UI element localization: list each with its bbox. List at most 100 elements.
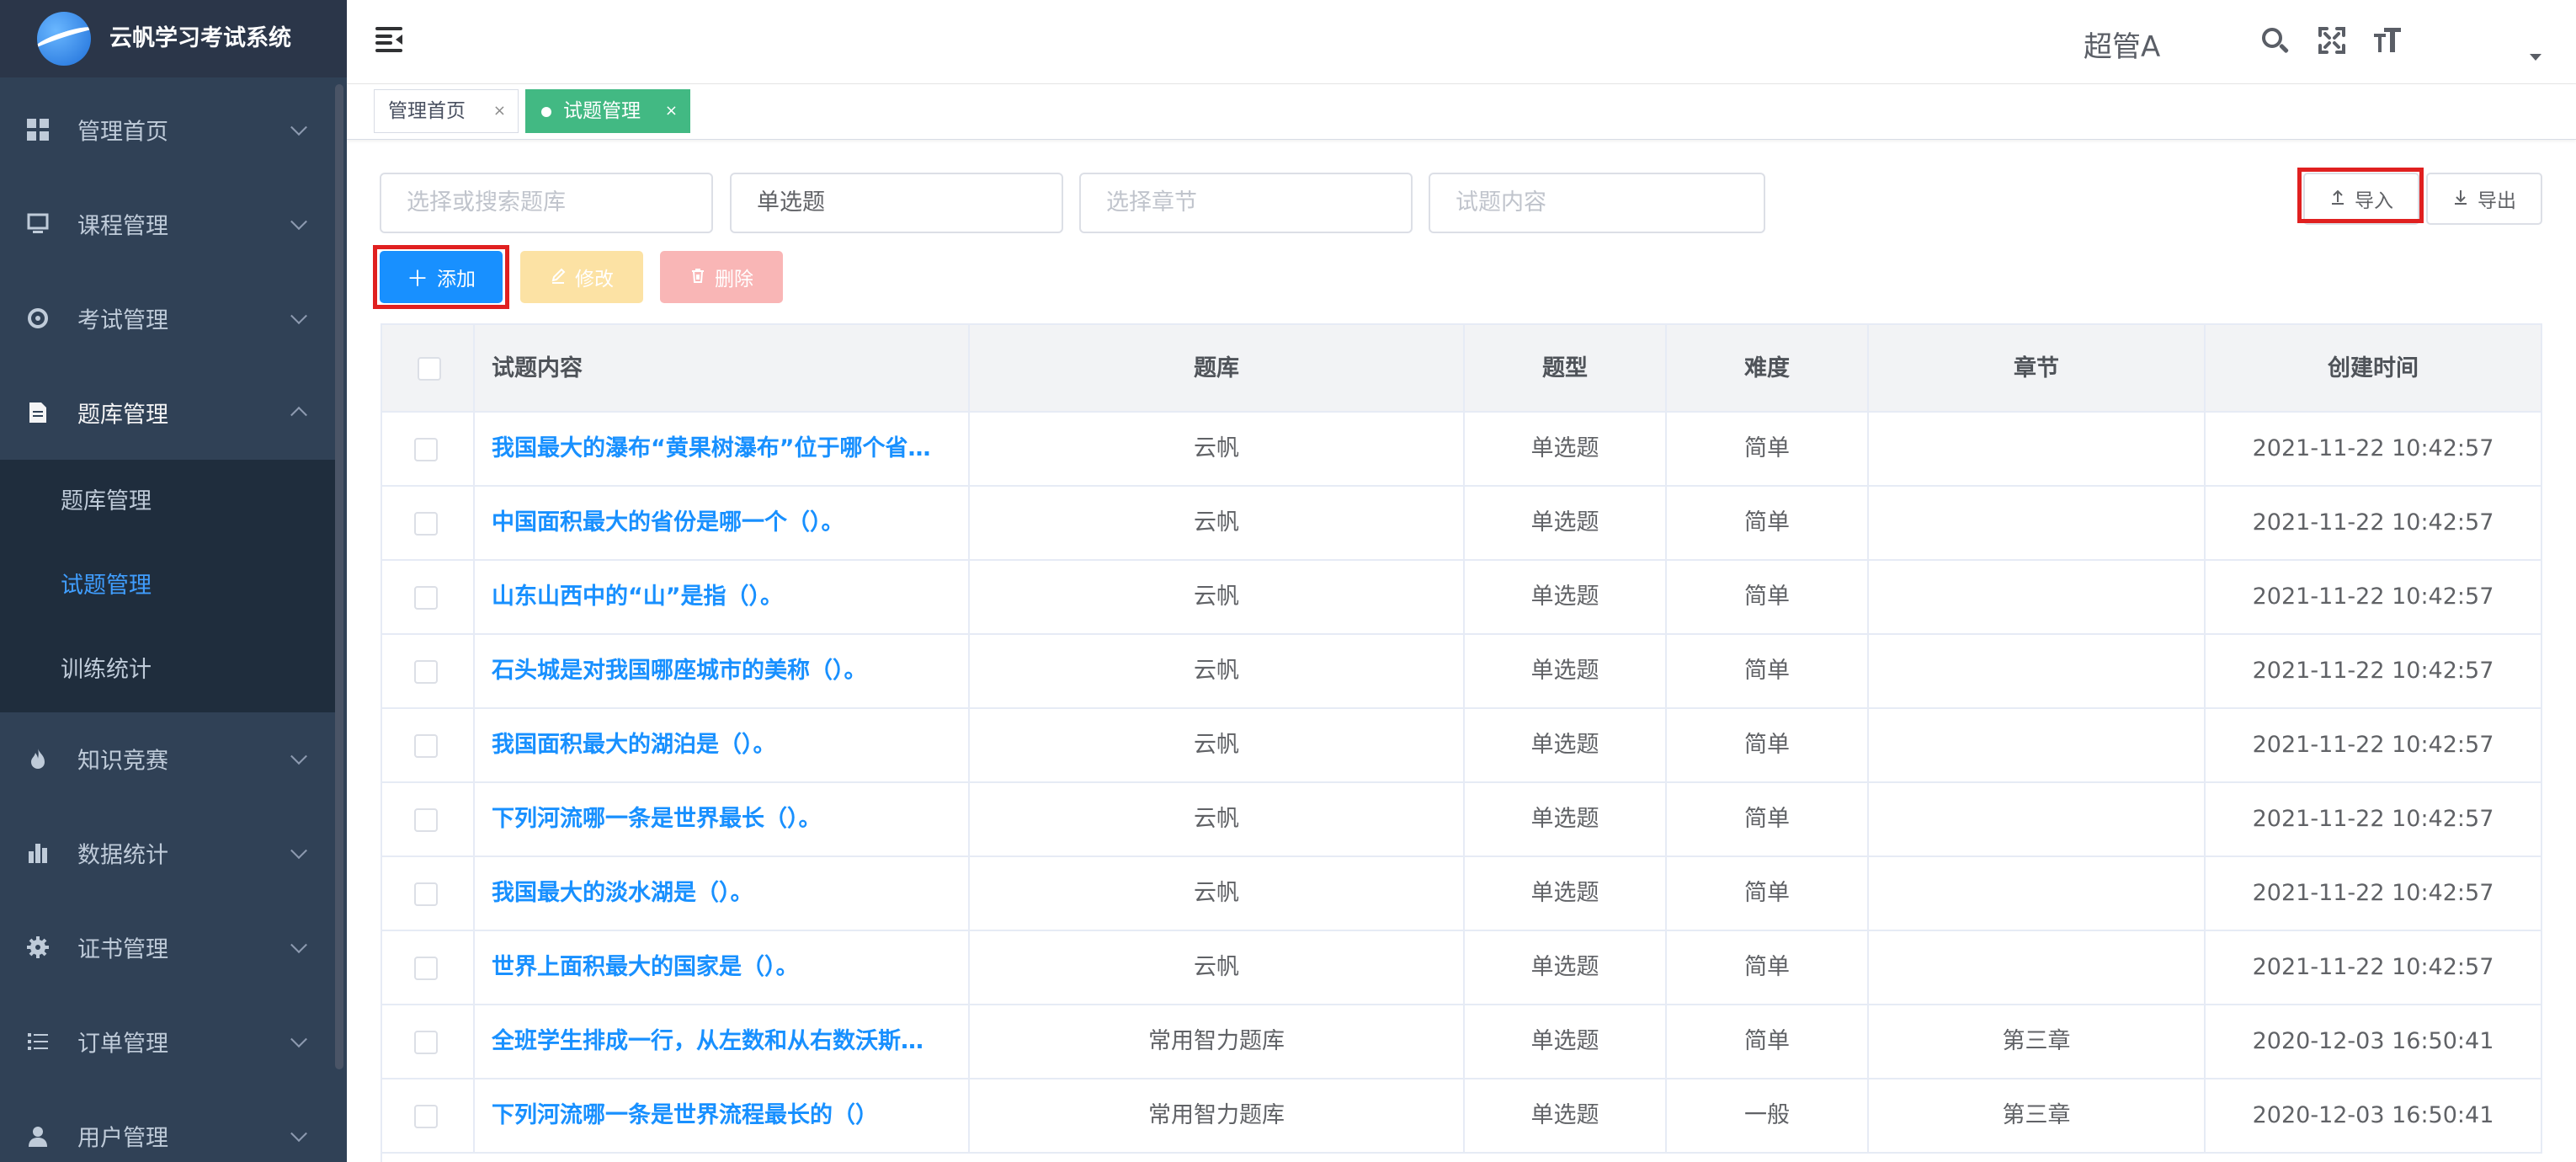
header-chapter[interactable]: 章节 (1869, 325, 2206, 413)
cell-content[interactable]: 世界上面积最大的国家是（）。 (475, 931, 970, 1005)
fullscreen-icon[interactable] (2315, 24, 2349, 57)
sidebar-item-label: 课程管理 (77, 213, 168, 240)
user-name[interactable]: 超管A (2084, 0, 2160, 94)
sidebar-item-certificate[interactable]: 证书管理 (0, 901, 335, 994)
close-icon[interactable]: × (665, 90, 678, 132)
sidebar-item-label: 订单管理 (77, 1031, 168, 1058)
font-size-icon[interactable] (2371, 24, 2404, 57)
cell-type: 单选题 (1465, 931, 1667, 1005)
table-row[interactable]: 下列河流哪一条是世界流程最长的（） 常用智力题库 单选题 一般 第三章 2020-12-0… (382, 1079, 2542, 1154)
cell-created-time: 2021-11-22 10:42:57 (2206, 635, 2542, 709)
trash-icon (689, 264, 706, 290)
tag-question-management[interactable]: 试题管理 × (525, 89, 690, 133)
row-checkbox[interactable] (414, 438, 438, 461)
table-row[interactable]: 我国面积最大的湖泊是（）。 云帆 单选题 简单 2021-11-22 10:42:57 (382, 709, 2542, 783)
table-row[interactable]: 下列河流哪一条是世界最长（）。 云帆 单选题 简单 2021-11-22 10:42:5… (382, 783, 2542, 857)
cell-content[interactable]: 山东山西中的“山”是指（）。 (475, 561, 970, 635)
cell-chapter (1869, 413, 2206, 487)
content-search-input[interactable]: 试题内容 (1429, 173, 1765, 233)
header-repo[interactable]: 题库 (970, 325, 1465, 413)
sidebar-item-course[interactable]: 课程管理 (0, 178, 335, 270)
cell-created-time: 2021-11-22 10:42:57 (2206, 561, 2542, 635)
chevron-down-icon (290, 307, 307, 325)
table-row[interactable]: 我国最大的瀑布“黄果树瀑布”位于哪个省… 云帆 单选题 简单 2021-11-22 10… (382, 413, 2542, 487)
cell-chapter: 第三章 (1869, 1079, 2206, 1154)
cell-content[interactable]: 中国面积最大的省份是哪一个（）。 (475, 487, 970, 561)
cell-content[interactable]: 我国面积最大的湖泊是（）。 (475, 709, 970, 783)
select-all-checkbox[interactable] (418, 357, 441, 381)
row-checkbox[interactable] (414, 586, 438, 610)
dashboard-icon (25, 117, 51, 142)
header-created-time[interactable]: 创建时间 (2206, 325, 2542, 413)
cell-repo: 云帆 (970, 413, 1465, 487)
top-navbar: 超管A (347, 0, 2576, 84)
row-checkbox[interactable] (414, 734, 438, 758)
chapter-select-placeholder: 选择章节 (1106, 189, 1197, 216)
row-checkbox[interactable] (414, 808, 438, 832)
cell-content[interactable]: 我国最大的瀑布“黄果树瀑布”位于哪个省… (475, 413, 970, 487)
delete-button[interactable]: 删除 (660, 251, 783, 303)
cell-repo: 云帆 (970, 709, 1465, 783)
sidebar-subitem-training[interactable]: 训练统计 (0, 628, 335, 712)
sidebar-scrollbar[interactable] (335, 84, 343, 1069)
table-row[interactable]: 世界上面积最大的国家是（）。 云帆 单选题 简单 2021-11-22 10:42:57 (382, 931, 2542, 1005)
tag-home[interactable]: 管理首页 × (374, 89, 519, 133)
table-row[interactable]: 我国最大的淡水湖是（）。 云帆 单选题 简单 2021-11-22 10:42:57 (382, 857, 2542, 931)
row-checkbox[interactable] (414, 1031, 438, 1054)
row-checkbox[interactable] (414, 882, 438, 906)
sidebar-item-contest[interactable]: 知识竞赛 (0, 712, 335, 805)
chapter-select[interactable]: 选择章节 (1079, 173, 1413, 233)
table-row[interactable]: 山东山西中的“山”是指（）。 云帆 单选题 简单 2021-11-22 10:42:57 (382, 561, 2542, 635)
sidebar-item-orders[interactable]: 订单管理 (0, 995, 335, 1088)
chevron-down-icon (290, 842, 307, 860)
cell-content[interactable]: 下列河流哪一条是世界流程最长的（） (475, 1079, 970, 1154)
row-checkbox[interactable] (414, 957, 438, 980)
table-header: 试题内容 题库 题型 难度 章节 创建时间 (382, 325, 2542, 413)
list-icon (25, 1029, 51, 1054)
chevron-up-icon (290, 406, 307, 424)
close-icon[interactable]: × (493, 90, 506, 132)
table-row[interactable]: 石头城是对我国哪座城市的美称（）。 云帆 单选题 简单 2021-11-22 10:42… (382, 635, 2542, 709)
cell-created-time: 2020-12-03 16:50:41 (2206, 1005, 2542, 1079)
question-type-select[interactable]: 单选题 (730, 173, 1063, 233)
hamburger-icon[interactable] (375, 27, 402, 52)
cell-repo: 云帆 (970, 783, 1465, 857)
search-icon[interactable] (2258, 24, 2291, 57)
sidebar-item-users[interactable]: 用户管理 (0, 1090, 335, 1162)
course-icon (25, 211, 51, 237)
cell-level: 简单 (1667, 709, 1869, 783)
cell-chapter (1869, 857, 2206, 931)
header-type[interactable]: 题型 (1465, 325, 1667, 413)
cell-content[interactable]: 石头城是对我国哪座城市的美称（）。 (475, 635, 970, 709)
sidebar-item-stats[interactable]: 数据统计 (0, 807, 335, 899)
caret-down-icon[interactable] (2530, 54, 2541, 61)
chevron-down-icon (290, 119, 307, 136)
row-checkbox[interactable] (414, 1105, 438, 1128)
sidebar-subitem-bank[interactable]: 题库管理 (0, 460, 335, 544)
certificate-icon (25, 935, 51, 960)
header-level[interactable]: 难度 (1667, 325, 1869, 413)
sidebar-item-label: 知识竞赛 (77, 748, 168, 775)
sidebar-item-question-bank[interactable]: 题库管理 (0, 366, 335, 459)
cell-content[interactable]: 全班学生排成一行，从左数和从右数沃斯… (475, 1005, 970, 1079)
table-row[interactable]: 中国面积最大的省份是哪一个（）。 云帆 单选题 简单 2021-11-22 10:42:… (382, 487, 2542, 561)
edit-button[interactable]: 修改 (520, 251, 643, 303)
sidebar-subitem-questions[interactable]: 试题管理 (0, 544, 335, 628)
row-checkbox[interactable] (414, 512, 438, 536)
sidebar-item-home[interactable]: 管理首页 (0, 83, 335, 176)
cell-chapter (1869, 487, 2206, 561)
table-row[interactable]: 全班学生排成一行，从左数和从右数沃斯… 常用智力题库 单选题 简单 第三章 2020-12… (382, 1005, 2542, 1079)
sidebar-item-exam[interactable]: 考试管理 (0, 272, 335, 365)
highlight-add (373, 245, 509, 309)
cell-select (382, 931, 475, 1005)
cell-content[interactable]: 下列河流哪一条是世界最长（）。 (475, 783, 970, 857)
brand[interactable]: 云帆学习考试系统 (0, 0, 347, 77)
submenu-question-bank: 题库管理 试题管理 训练统计 (0, 460, 335, 712)
cell-content[interactable]: 我国最大的淡水湖是（）。 (475, 857, 970, 931)
repo-select[interactable]: 选择或搜索题库 (380, 173, 713, 233)
export-button[interactable]: 导出 (2426, 173, 2542, 225)
row-checkbox[interactable] (414, 660, 438, 684)
chevron-down-icon (290, 1031, 307, 1048)
header-content[interactable]: 试题内容 (475, 325, 970, 413)
repo-select-placeholder: 选择或搜索题库 (407, 189, 566, 216)
